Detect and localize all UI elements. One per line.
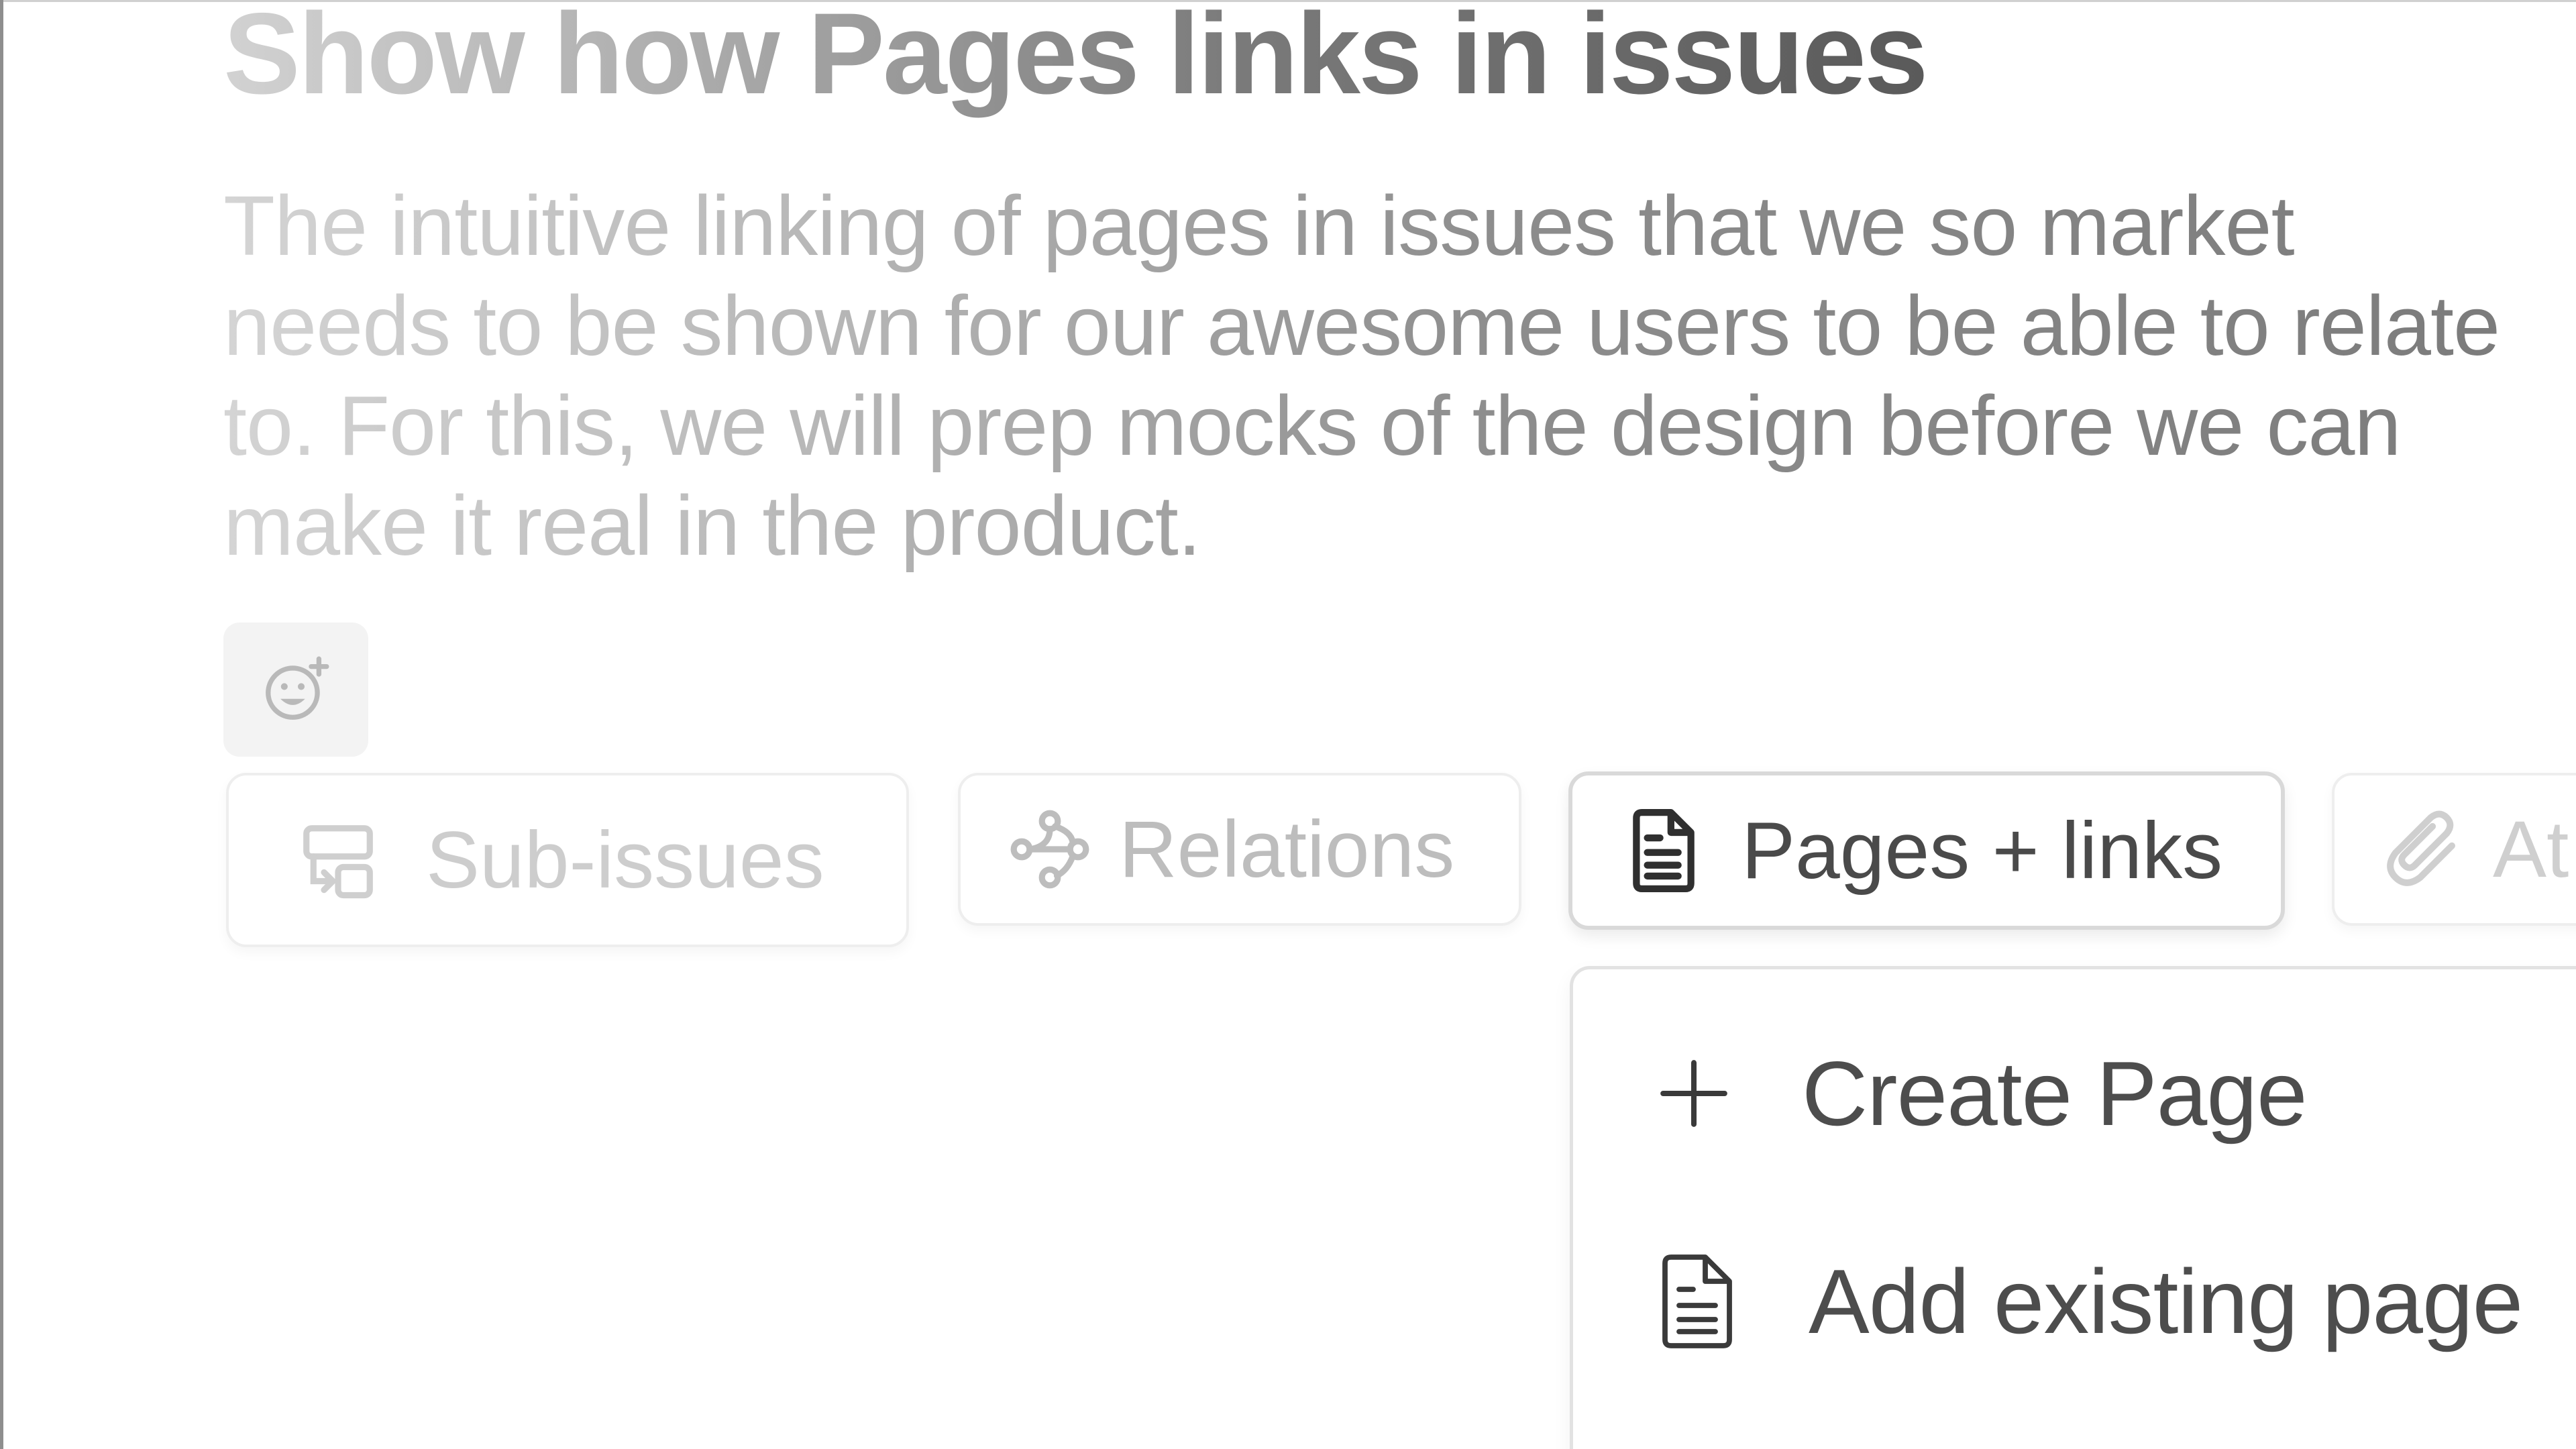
create-page-label: Create Page xyxy=(1802,1042,2308,1144)
add-reaction-button[interactable] xyxy=(223,623,368,757)
issue-description[interactable]: The intuitive linking of pages in issues… xyxy=(223,176,2538,576)
add-existing-page-menu-item[interactable]: Add existing page xyxy=(1657,1228,2576,1375)
plus-icon xyxy=(1657,1057,1731,1130)
tab-sub-issues-label: Sub-issues xyxy=(426,815,824,905)
tab-pages-links-label: Pages + links xyxy=(1741,806,2223,896)
tab-sub-issues[interactable]: Sub-issues xyxy=(226,773,909,947)
issue-title[interactable]: Show how Pages links in issues xyxy=(223,0,1929,121)
tab-relations[interactable]: Relations xyxy=(958,773,1521,926)
sub-issues-icon xyxy=(296,818,380,902)
tab-pages-links[interactable]: Pages + links xyxy=(1568,771,2285,930)
issue-detail-screen: Show how Pages links in issues The intui… xyxy=(0,0,2576,1449)
tab-attachments-label: At xyxy=(2493,804,2569,894)
relations-icon xyxy=(1008,807,1092,892)
tab-relations-label: Relations xyxy=(1119,804,1455,894)
add-existing-page-label: Add existing page xyxy=(1809,1250,2523,1352)
page-icon xyxy=(1657,1251,1737,1352)
page-icon xyxy=(1623,807,1704,894)
create-page-menu-item[interactable]: Create Page xyxy=(1657,1020,2576,1167)
emoji-add-icon xyxy=(266,656,329,720)
paperclip-icon xyxy=(2381,807,2466,892)
left-divider xyxy=(0,0,3,1449)
tab-attachments[interactable]: At xyxy=(2332,773,2576,926)
